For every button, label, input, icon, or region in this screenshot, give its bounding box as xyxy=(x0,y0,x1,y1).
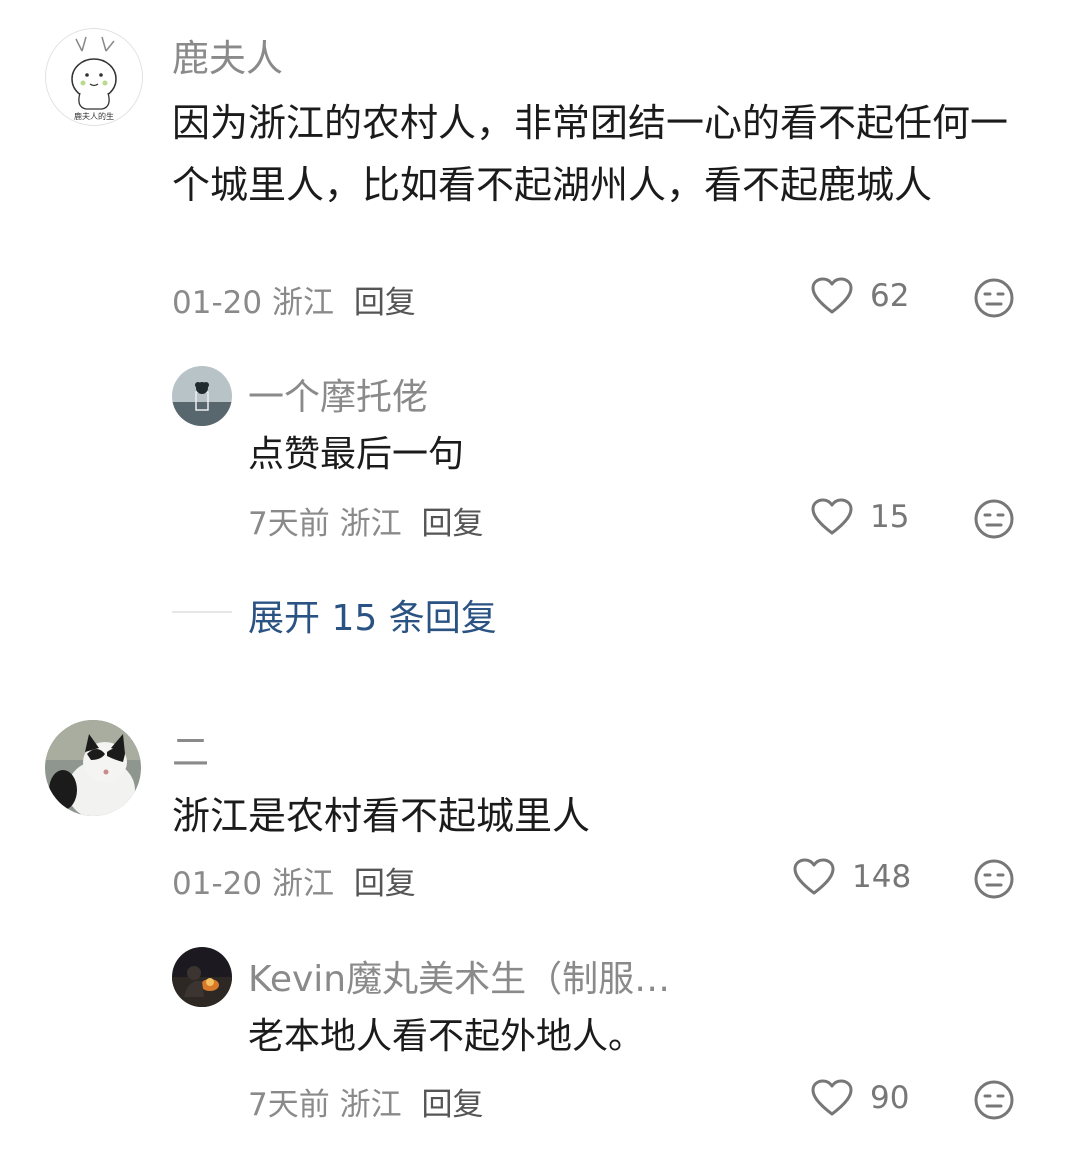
commenter-name[interactable]: 二 xyxy=(172,722,209,776)
expand-divider xyxy=(172,611,232,613)
commenter-name[interactable]: 鹿夫人 xyxy=(172,28,283,82)
reply-button[interactable]: 回复 xyxy=(421,506,483,542)
meh-face-icon[interactable] xyxy=(973,498,1015,540)
reply-button[interactable]: 回复 xyxy=(354,285,416,321)
avatar-caption: 鹿夫人的生 xyxy=(74,112,114,121)
reply-button[interactable]: 回复 xyxy=(421,1087,483,1123)
heart-outline-icon xyxy=(811,277,853,314)
reply-date: 7天前 xyxy=(248,506,330,542)
like-count: 90 xyxy=(870,1080,910,1116)
comment-meta: 01-20 浙江 回复 xyxy=(172,277,416,322)
reply-meta: 7天前 浙江 回复 xyxy=(248,498,483,543)
heart-outline-icon xyxy=(811,498,853,535)
heart-outline-icon xyxy=(793,858,835,895)
like-button[interactable]: 62 xyxy=(810,276,909,316)
avatar[interactable] xyxy=(172,366,232,426)
reply-button[interactable]: 回复 xyxy=(354,866,416,902)
like-button[interactable]: 90 xyxy=(810,1078,909,1118)
like-button[interactable]: 15 xyxy=(810,497,909,537)
expand-replies-button[interactable]: 展开 15 条回复 xyxy=(248,589,497,641)
comment-location: 浙江 xyxy=(271,866,334,902)
deer-bunny-avatar-icon xyxy=(71,36,117,110)
comment-location: 浙江 xyxy=(271,285,334,321)
meh-face-icon[interactable] xyxy=(973,858,1015,900)
reply-author-name[interactable]: Kevin魔丸美术生（制服… xyxy=(248,950,670,1002)
comment-meta: 01-20 浙江 回复 xyxy=(172,858,416,903)
heart-outline-icon xyxy=(811,1079,853,1116)
comment-text: 因为浙江的农村人，非常团结一心的看不起任何一个城里人，比如看不起湖州人，看不起鹿… xyxy=(172,101,1009,207)
reply-meta: 7天前 浙江 回复 xyxy=(248,1079,483,1124)
campfire-avatar-icon xyxy=(172,947,232,1007)
like-count: 148 xyxy=(852,859,912,895)
avatar[interactable] xyxy=(172,947,232,1007)
comment-date: 01-20 xyxy=(172,866,263,902)
reply-location: 浙江 xyxy=(339,1087,402,1123)
reply-author-name[interactable]: 一个摩托佬 xyxy=(248,368,428,420)
scenery-avatar-icon xyxy=(172,366,232,426)
avatar[interactable] xyxy=(45,720,141,816)
meh-face-icon[interactable] xyxy=(973,277,1015,319)
like-button[interactable]: 148 xyxy=(792,857,911,897)
reply-location: 浙江 xyxy=(339,506,402,542)
reply-date: 7天前 xyxy=(248,1087,330,1123)
comment-date: 01-20 xyxy=(172,285,263,321)
meh-face-icon[interactable] xyxy=(973,1079,1015,1121)
like-count: 15 xyxy=(870,499,910,535)
like-count: 62 xyxy=(870,278,910,314)
comment-text: 浙江是农村看不起城里人 xyxy=(172,794,591,838)
avatar[interactable]: 鹿夫人的生 xyxy=(45,28,143,126)
reply-text: 老本地人看不起外地人。 xyxy=(248,1016,645,1057)
cat-avatar-icon xyxy=(45,720,141,816)
reply-text: 点赞最后一句 xyxy=(248,434,465,475)
